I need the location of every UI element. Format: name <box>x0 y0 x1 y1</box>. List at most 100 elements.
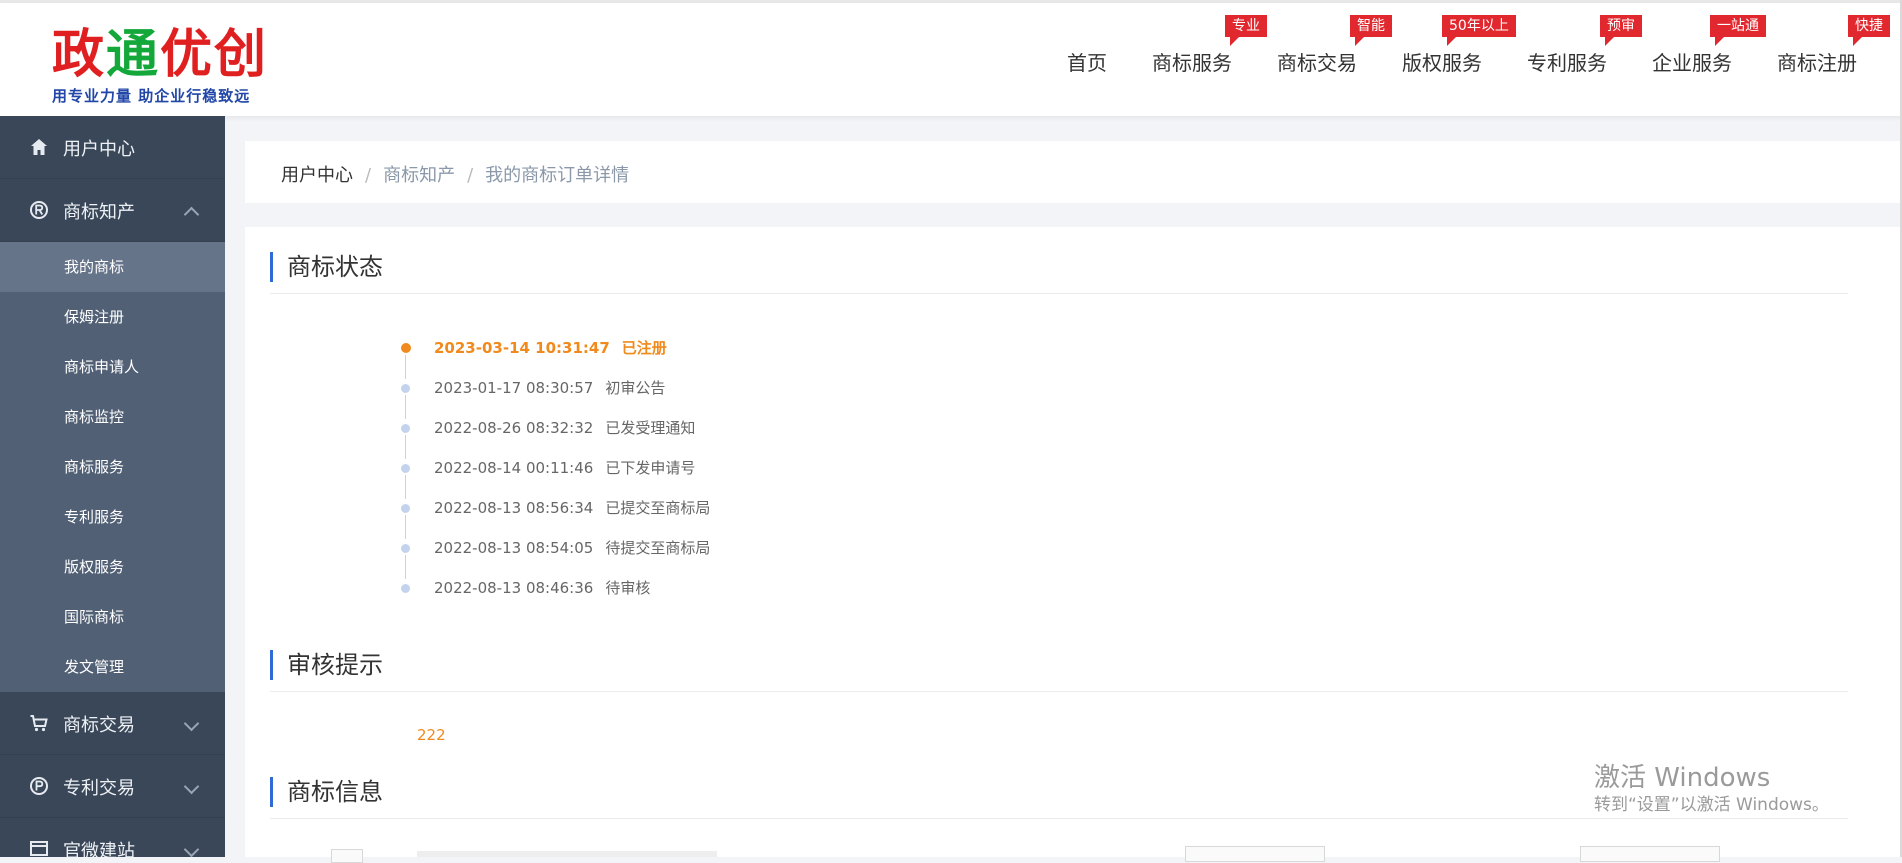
review-hint-text: 222 <box>417 726 446 744</box>
chevron-down-icon <box>183 841 200 857</box>
nav-trademark-service[interactable]: 商标服务 <box>1152 47 1232 76</box>
timeline-dot <box>401 584 410 593</box>
timeline-text: 2023-01-17 08:30:57 初审公告 <box>434 377 665 399</box>
sidebar-item-document-management[interactable]: 发文管理 <box>0 642 225 692</box>
trademark-info-row <box>417 851 717 857</box>
timeline-dot <box>401 424 410 433</box>
sidebar-item-trademark-monitor[interactable]: 商标监控 <box>0 392 225 442</box>
nav-badge: 专业 <box>1225 15 1267 46</box>
timeline-text: 2023-03-14 10:31:47 已注册 <box>434 337 667 359</box>
timeline-text: 2022-08-13 08:46:36 待审核 <box>434 577 650 599</box>
main-nav: 首页 专业 商标服务 智能 商标交易 50年以上 版权服务 预审 专利服务 一站… <box>0 3 1902 116</box>
nav-badge: 预审 <box>1600 15 1642 46</box>
sidebar-group-user-center[interactable]: 用户中心 <box>0 116 225 179</box>
timeline-dot-current <box>400 343 411 353</box>
nav-home[interactable]: 首页 <box>1067 47 1107 76</box>
nav-trademark-trade[interactable]: 商标交易 <box>1277 47 1357 76</box>
cart-icon <box>30 715 48 732</box>
timeline-dot <box>401 464 410 473</box>
section-title-status: 商标状态 <box>270 252 383 282</box>
timeline-text: 2022-08-13 08:54:05 待提交至商标局 <box>434 537 710 559</box>
divider <box>270 818 1848 819</box>
sidebar-group-label: 商标交易 <box>63 715 135 736</box>
sidebar-submenu: 我的商标 保姆注册 商标申请人 商标监控 商标服务 专利服务 版权服务 国际商标… <box>0 242 225 692</box>
site-icon <box>30 841 48 856</box>
breadcrumb-bar: 用户中心 / 商标知产 / 我的商标订单详情 <box>245 141 1902 203</box>
nav-enterprise-service[interactable]: 企业服务 <box>1652 47 1732 76</box>
section-title-info: 商标信息 <box>270 777 383 807</box>
watermark-subtitle: 转到“设置”以激活 Windows。 <box>1594 795 1829 815</box>
certificate-image[interactable] <box>1580 846 1720 862</box>
nav-badge: 50年以上 <box>1442 15 1516 46</box>
site-header: 政通优创 用专业力量 助企业行稳致远 首页 专业 商标服务 智能 商标交易 50… <box>0 3 1902 116</box>
sidebar-group-trademark-trade[interactable]: 商标交易 <box>0 692 225 755</box>
timeline-time: 2022-08-13 08:46:36 <box>434 579 594 597</box>
nav-patent-service[interactable]: 专利服务 <box>1527 47 1607 76</box>
sidebar-group-label: 官微建站 <box>63 841 135 857</box>
windows-activation-watermark: 激活 Windows 转到“设置”以激活 Windows。 <box>1594 762 1829 816</box>
sidebar-item-patent-service[interactable]: 专利服务 <box>0 492 225 542</box>
sidebar-group-trademark-ip[interactable]: 商标知产 <box>0 179 225 242</box>
home-icon <box>31 139 47 155</box>
timeline-status: 已发受理通知 <box>605 419 696 437</box>
section-title-review: 审核提示 <box>270 650 383 680</box>
timeline-status: 已注册 <box>621 339 667 357</box>
timeline-time: 2023-01-17 08:30:57 <box>434 379 594 397</box>
timeline-connector <box>405 355 406 379</box>
nav-badge: 智能 <box>1350 15 1392 46</box>
sidebar-group-label: 用户中心 <box>63 139 135 160</box>
sidebar-item-international-trademark[interactable]: 国际商标 <box>0 592 225 642</box>
nav-badge: 快捷 <box>1848 15 1890 46</box>
sidebar-item-copyright-service[interactable]: 版权服务 <box>0 542 225 592</box>
timeline-status: 已提交至商标局 <box>605 499 711 517</box>
nav-trademark-register[interactable]: 商标注册 <box>1777 47 1857 76</box>
timeline-dot <box>401 544 410 553</box>
breadcrumb: 用户中心 / 商标知产 / 我的商标订单详情 <box>281 161 629 187</box>
sidebar-item-trademark-applicant[interactable]: 商标申请人 <box>0 342 225 392</box>
timeline-status: 待审核 <box>605 579 651 597</box>
timeline-status: 待提交至商标局 <box>605 539 711 557</box>
breadcrumb-separator: / <box>467 165 474 186</box>
timeline-status: 初审公告 <box>605 379 666 397</box>
timeline-time: 2022-08-26 08:32:32 <box>434 419 594 437</box>
patent-icon <box>30 777 48 795</box>
chevron-down-icon <box>183 715 200 732</box>
breadcrumb-separator: / <box>365 165 372 186</box>
timeline-connector <box>405 395 406 419</box>
sidebar-group-label: 专利交易 <box>63 778 135 799</box>
sidebar-item-trademark-service[interactable]: 商标服务 <box>0 442 225 492</box>
sidebar-group-site-builder[interactable]: 官微建站 <box>0 818 225 857</box>
timeline-status: 已下发申请号 <box>605 459 696 477</box>
timeline-time: 2022-08-13 08:56:34 <box>434 499 594 517</box>
breadcrumb-item-user-center[interactable]: 用户中心 <box>281 165 353 186</box>
timeline-time: 2022-08-14 00:11:46 <box>434 459 594 477</box>
timeline-connector <box>405 435 406 459</box>
timeline-connector <box>405 515 406 539</box>
timeline-time: 2022-08-13 08:54:05 <box>434 539 594 557</box>
timeline-connector <box>405 475 406 499</box>
nav-copyright-service[interactable]: 版权服务 <box>1402 47 1482 76</box>
sidebar-group-label: 商标知产 <box>63 202 135 223</box>
divider <box>270 691 1848 692</box>
registered-icon <box>30 201 48 219</box>
chevron-down-icon <box>183 778 200 795</box>
timeline-connector <box>405 555 406 579</box>
timeline-time: 2023-03-14 10:31:47 <box>434 339 610 357</box>
sidebar: 用户中心 商标知产 我的商标 保姆注册 商标申请人 商标监控 商标服务 专利服务… <box>0 116 225 857</box>
timeline-text: 2022-08-13 08:56:34 已提交至商标局 <box>434 497 710 519</box>
timeline-dot <box>401 504 410 513</box>
chevron-up-icon <box>183 206 200 223</box>
nav-badge: 一站通 <box>1710 15 1766 46</box>
breadcrumb-item-trademark-ip[interactable]: 商标知产 <box>383 165 455 186</box>
sidebar-item-my-trademarks[interactable]: 我的商标 <box>0 242 225 292</box>
sidebar-group-patent-trade[interactable]: 专利交易 <box>0 755 225 818</box>
watermark-title: 激活 Windows <box>1594 763 1771 793</box>
timeline-text: 2022-08-26 08:32:32 已发受理通知 <box>434 417 695 439</box>
trademark-thumbnail <box>331 849 363 863</box>
timeline-text: 2022-08-14 00:11:46 已下发申请号 <box>434 457 695 479</box>
sidebar-item-nanny-registration[interactable]: 保姆注册 <box>0 292 225 342</box>
divider <box>270 293 1848 294</box>
certificate-image[interactable] <box>1185 846 1325 862</box>
breadcrumb-item-order-detail: 我的商标订单详情 <box>485 165 630 186</box>
timeline-dot <box>401 384 410 393</box>
